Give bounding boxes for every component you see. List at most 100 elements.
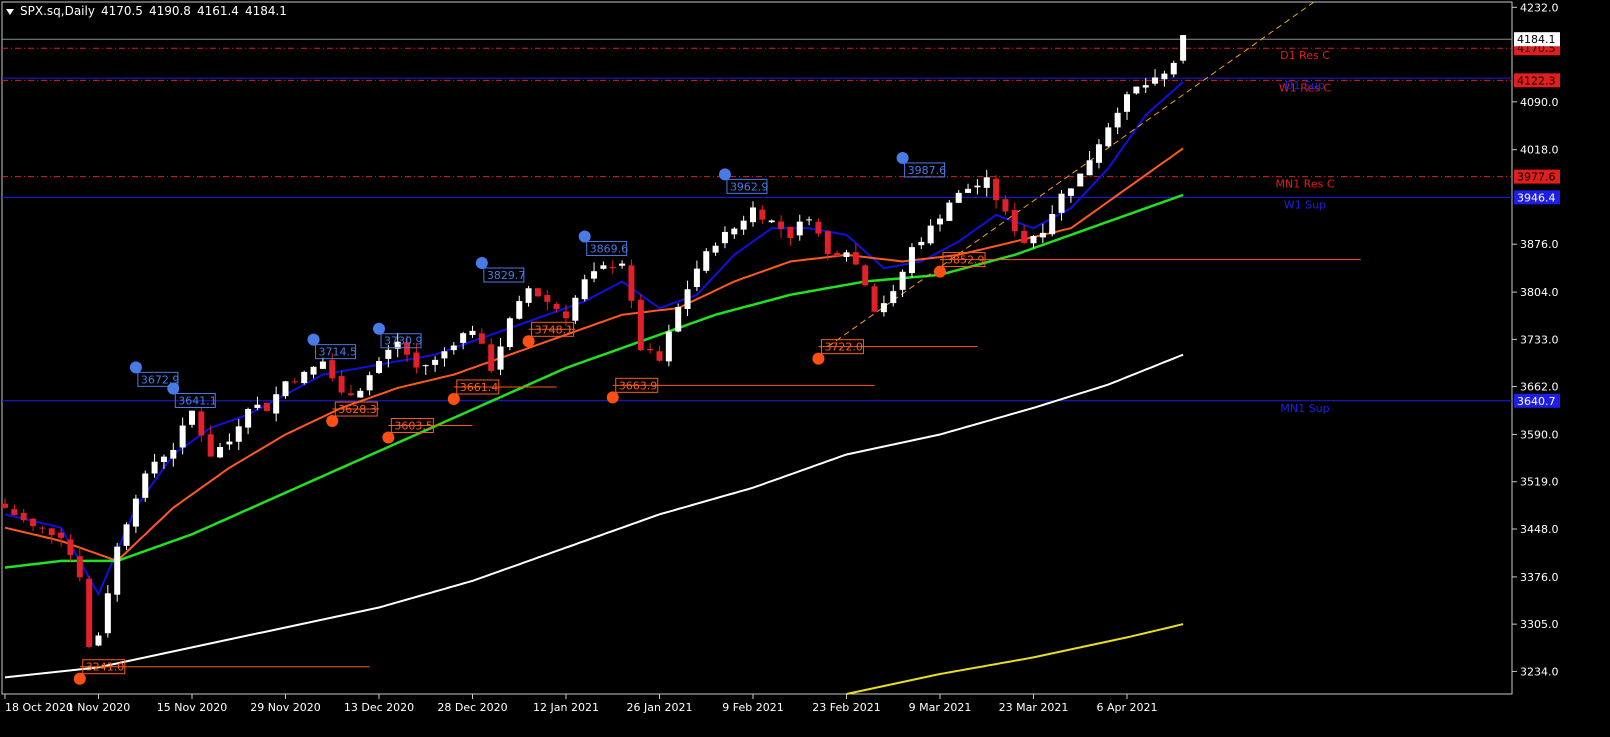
candle-bear (815, 221, 822, 234)
date-tick-label: 13 Dec 2020 (344, 701, 414, 714)
swing-low-label: 3603.5 (394, 420, 433, 433)
candle-bull (357, 390, 364, 398)
swing-low-label: 3663.9 (619, 379, 658, 392)
candle-bull (525, 288, 532, 303)
candle-bear (1011, 209, 1018, 232)
candle-bull (366, 375, 373, 391)
candle-bull (114, 546, 121, 595)
candle-bull (170, 449, 177, 459)
candle-bull (1180, 35, 1187, 61)
candle-bull (721, 231, 728, 244)
candle-bull (1142, 85, 1149, 88)
candle-bear (67, 539, 74, 556)
candle-bull (768, 220, 775, 223)
candle-bull (937, 218, 943, 225)
candle-bull (1170, 62, 1177, 75)
candle-bull (1086, 160, 1093, 176)
candle-bear (338, 376, 345, 393)
price-chart[interactable]: D1 Res C4170.5W1 Res C4122.3D1 SupMN1 Re… (0, 0, 1610, 737)
price-tick-label: 4018.0 (1520, 144, 1559, 157)
candle-bull (600, 265, 607, 269)
low-value: 4161.4 (196, 4, 239, 18)
candle-bear (553, 303, 560, 309)
candle-bull (946, 202, 953, 221)
candle-bear (48, 528, 55, 536)
candle-bear (2, 503, 8, 508)
candle-bear (534, 288, 541, 297)
candle-bull (422, 365, 429, 367)
candle-bull (432, 359, 439, 365)
candle-bear (86, 578, 93, 647)
swing-high-dot (373, 322, 385, 335)
candle-bear (609, 266, 616, 269)
level-price-tag-label: 3977.6 (1517, 171, 1556, 184)
candle-bull (955, 192, 962, 203)
candle-bear (329, 360, 336, 379)
price-tick-label: 3876.0 (1520, 238, 1559, 251)
swing-low-label: 3748.1 (535, 323, 574, 336)
close-value: 4184.1 (244, 4, 287, 18)
swing-high-dot (167, 382, 180, 395)
price-tick-label: 3519.0 (1520, 476, 1559, 489)
candle-bear (30, 518, 37, 527)
candle-bear (488, 344, 495, 371)
candle-bear (207, 434, 214, 457)
chart-window: D1 Res C 4170.5 W1 Res C 4122.3 D1 Sup MN1 Re… (0, 0, 1610, 737)
chart-header: SPX.sq,Daily 4170.5 4190.8 4161.4 4184.1 (6, 4, 293, 18)
candle-bull (151, 461, 158, 474)
candle-bull (927, 225, 934, 244)
ma-line (4, 81, 1184, 597)
swing-high-label: 3730.9 (384, 335, 423, 348)
swing-high-label: 3869.6 (590, 242, 629, 255)
date-tick-label: 15 Nov 2020 (157, 701, 227, 714)
candle-bull (104, 593, 111, 634)
candle-bull (1030, 236, 1037, 244)
candle-bull (806, 219, 813, 221)
candle-bear (778, 221, 785, 229)
candle-bear (76, 556, 83, 578)
candle-bull (123, 524, 130, 546)
candle-bull (1077, 173, 1084, 187)
swing-low-label: 3241.0 (86, 661, 125, 674)
candle-bull (1105, 127, 1112, 147)
date-tick-label: 28 Dec 2020 (437, 701, 507, 714)
candle-bull (731, 228, 738, 235)
candle-bull (591, 271, 598, 279)
candle-bull (160, 456, 167, 463)
candle-bull (254, 404, 261, 408)
chart-menu-icon[interactable] (6, 8, 14, 15)
candle-bear (291, 381, 298, 383)
candle-bear (862, 265, 869, 286)
candle-bull (385, 349, 392, 359)
candle-bull (497, 346, 504, 370)
candle-bear (628, 265, 635, 301)
price-tick-label: 3234.0 (1520, 665, 1559, 678)
candle-bull (245, 408, 252, 428)
candle-bull (796, 221, 803, 236)
swing-low-dot (73, 672, 86, 685)
swing-low-label: 3722.0 (824, 341, 863, 354)
price-tick-label: 3590.0 (1520, 429, 1559, 442)
price-tick-label: 4232.0 (1520, 1, 1559, 14)
candle-bull (1114, 112, 1121, 128)
level-price-tag-label: 3946.4 (1517, 191, 1556, 204)
level-price-tag-label: 4122.3 (1517, 74, 1556, 87)
price-tick-label: 3733.0 (1520, 333, 1559, 346)
candle-bull (918, 241, 925, 246)
swing-high-dot (718, 168, 731, 181)
candle-bull (1049, 214, 1056, 235)
candle-bear (198, 411, 205, 436)
candle-bear (787, 226, 794, 238)
candle-bull (1039, 232, 1046, 238)
swing-high-dot (896, 151, 909, 164)
date-tick-label: 23 Feb 2021 (812, 701, 880, 714)
candle-bull (469, 330, 476, 335)
candle-bull (572, 297, 579, 321)
candle-bull (1124, 94, 1130, 112)
candle-bear (824, 231, 831, 254)
ma-line (846, 623, 1184, 695)
candle-bull (226, 441, 233, 445)
candle-bear (647, 348, 654, 351)
candle-bull (376, 361, 382, 374)
date-tick-label: 23 Mar 2021 (999, 701, 1069, 714)
